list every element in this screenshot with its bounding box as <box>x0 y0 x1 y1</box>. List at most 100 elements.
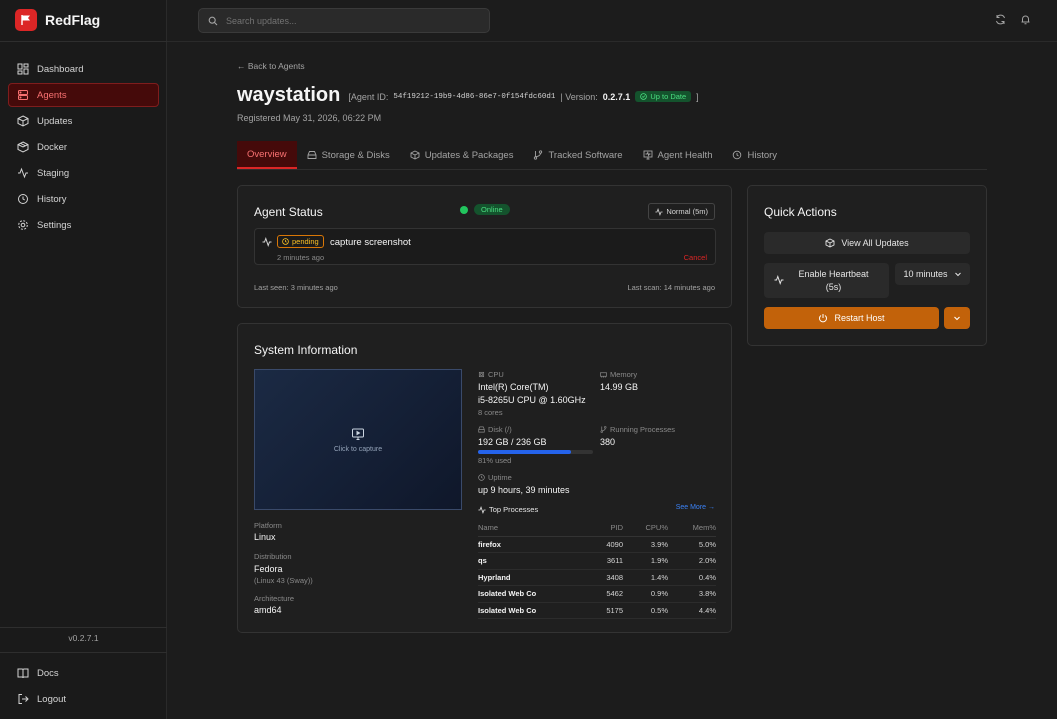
pending-label: pending <box>292 237 319 246</box>
disk-usage-fill <box>478 450 572 454</box>
uptime-value: up 9 hours, 39 minutes <box>478 485 570 495</box>
sidebar-item-history[interactable]: History <box>8 187 159 211</box>
sidebar-item-agents[interactable]: Agents <box>8 83 159 107</box>
sidebar-item-settings[interactable]: Settings <box>8 213 159 237</box>
storage-icon <box>307 150 317 160</box>
activity-icon <box>17 167 29 179</box>
process-name: Isolated Web Co <box>478 602 578 619</box>
back-to-agents-link[interactable]: ← Back to Agents <box>237 61 305 71</box>
sidebar-divider <box>0 41 167 42</box>
sidebar-item-label: Updates <box>37 115 73 127</box>
memory-icon <box>600 371 607 378</box>
search-icon <box>208 16 218 26</box>
disk-label-text: Disk (/) <box>488 425 512 434</box>
heartbeat-duration-select[interactable]: 10 minutes <box>895 263 970 285</box>
sidebar-item-logout[interactable]: Logout <box>8 687 159 711</box>
sidebar-item-updates[interactable]: Updates <box>8 109 159 133</box>
restart-options-button[interactable] <box>944 307 970 329</box>
command-text: capture screenshot <box>330 237 411 248</box>
table-header-row: Name PID CPU% Mem% <box>478 520 716 537</box>
view-all-updates-button[interactable]: View All Updates <box>764 232 970 254</box>
page-title: waystation <box>237 83 341 106</box>
memory-value: 14.99 GB <box>600 382 639 392</box>
process-cpu: 1.4% <box>623 569 668 586</box>
bell-icon[interactable] <box>1020 14 1031 25</box>
pending-badge: pending <box>277 235 324 248</box>
tab-overview[interactable]: Overview <box>237 141 297 169</box>
enable-heartbeat-button[interactable]: Enable Heartbeat (5s) <box>764 263 889 298</box>
process-name: Isolated Web Co <box>478 585 578 603</box>
tab-label: History <box>747 149 778 161</box>
sidebar-item-label: Agents <box>37 89 67 101</box>
tab-updates-packages[interactable]: Updates & Packages <box>400 141 524 169</box>
flag-logo-icon <box>15 9 37 31</box>
tab-label: Overview <box>247 148 287 160</box>
process-pid: 3611 <box>578 552 623 570</box>
agents-icon <box>17 89 29 101</box>
heartbeat-status-button[interactable]: Normal (5m) <box>648 203 715 220</box>
brand-name: RedFlag <box>45 12 101 28</box>
column-header-name: Name <box>478 520 578 537</box>
book-icon <box>17 667 29 679</box>
duration-value: 10 minutes <box>903 269 948 279</box>
chevron-down-icon <box>953 314 961 322</box>
sidebar-item-label: Docs <box>37 667 59 679</box>
restart-host-button[interactable]: Restart Host <box>764 307 939 329</box>
process-mem: 2.0% <box>668 552 716 570</box>
processes-value: 380 <box>600 437 616 447</box>
processes-label-text: Running Processes <box>610 425 676 434</box>
tab-history[interactable]: History <box>722 141 787 169</box>
logout-icon <box>17 693 29 705</box>
top-processes-label: Top Processes <box>478 505 538 514</box>
sidebar-item-staging[interactable]: Staging <box>8 161 159 185</box>
activity-icon <box>262 237 272 247</box>
search-input[interactable] <box>226 15 466 26</box>
quick-actions-title: Quick Actions <box>764 205 837 219</box>
tab-tracked-software[interactable]: Tracked Software <box>523 141 632 169</box>
sidebar-item-label: History <box>37 193 67 205</box>
cpu-icon <box>478 371 485 378</box>
top-actions <box>995 14 1031 25</box>
screenshot-capture-area[interactable]: Click to capture <box>254 369 462 510</box>
distribution-value: Fedora <box>254 564 283 574</box>
refresh-icon[interactable] <box>995 14 1006 25</box>
process-cpu: 3.9% <box>623 536 668 553</box>
sidebar-item-docker[interactable]: Docker <box>8 135 159 159</box>
clock-icon <box>282 238 289 245</box>
brand[interactable]: RedFlag <box>15 9 100 31</box>
status-badge: Up to Date <box>635 91 692 102</box>
tab-label: Storage & Disks <box>321 149 390 161</box>
cpu-label: CPU <box>478 370 504 379</box>
process-mem: 3.8% <box>668 585 716 603</box>
tab-storage[interactable]: Storage & Disks <box>297 141 400 169</box>
sidebar-nav: Dashboard Agents Updates Docker Staging … <box>8 57 159 239</box>
enable-heartbeat-interval: (5s) <box>825 281 842 292</box>
last-seen: Last seen: 3 minutes ago <box>254 283 338 292</box>
sidebar-item-dashboard[interactable]: Dashboard <box>8 57 159 81</box>
cpu-label-text: CPU <box>488 370 504 379</box>
clock-icon <box>478 474 485 481</box>
branch-icon <box>533 150 543 160</box>
history-icon <box>732 150 742 160</box>
see-more-link[interactable]: See More → <box>676 504 715 511</box>
sidebar-item-label: Logout <box>37 693 67 705</box>
platform-value: Linux <box>254 532 276 542</box>
agent-id: 54f19212-19b9-4d86-86e7-0f154fdc60d1 <box>393 92 556 101</box>
tab-label: Updates & Packages <box>424 149 514 161</box>
search-box[interactable] <box>198 8 490 33</box>
sidebar-item-label: Staging <box>37 167 70 179</box>
sidebar-item-docs[interactable]: Docs <box>8 661 159 685</box>
online-badge: Online <box>474 204 510 215</box>
distribution-label: Distribution <box>254 552 292 561</box>
tab-label: Agent Health <box>657 149 713 161</box>
agent-status-card: Agent Status Online Normal (5m) pending … <box>237 185 732 308</box>
table-row: firefox 4090 3.9% 5.0% <box>478 536 716 553</box>
tab-agent-health[interactable]: Agent Health <box>633 141 723 169</box>
activity-icon <box>655 207 663 216</box>
monitor-play-icon <box>351 427 365 441</box>
system-info-title: System Information <box>254 343 358 357</box>
branch-icon <box>600 426 607 433</box>
sidebar: RedFlag Dashboard Agents Updates Docker … <box>0 0 167 719</box>
cancel-command-button[interactable]: Cancel <box>684 253 707 262</box>
package-icon <box>17 115 29 127</box>
